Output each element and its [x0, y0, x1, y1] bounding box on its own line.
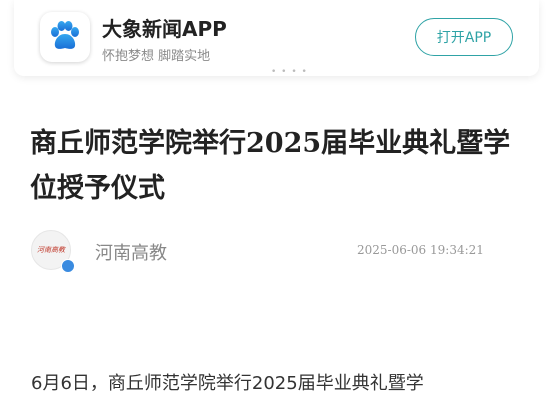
paw-icon [51, 21, 79, 49]
publish-time: 2025-06-06 19:34:21 [357, 243, 484, 257]
article-body-text: 6月6日，商丘师范学院举行2025届毕业典礼暨学 [31, 373, 424, 394]
author-name[interactable]: 河南高教 [95, 239, 167, 265]
app-name: 大象新闻APP [102, 17, 227, 41]
app-slogan: 怀抱梦想 脚踏实地 [102, 49, 211, 64]
app-logo[interactable] [40, 12, 90, 62]
verified-icon [61, 259, 75, 273]
open-app-button[interactable]: 打开APP [415, 18, 513, 56]
avatar-logo-text: 河南高教 [37, 246, 65, 254]
app-download-banner: 大象新闻APP 怀抱梦想 脚踏实地 打开APP • • • • [14, 0, 539, 77]
article-title: 商丘师范学院举行2025届毕业典礼暨学位授予仪式 [30, 128, 511, 204]
loading-dots: • • • • [271, 67, 308, 77]
